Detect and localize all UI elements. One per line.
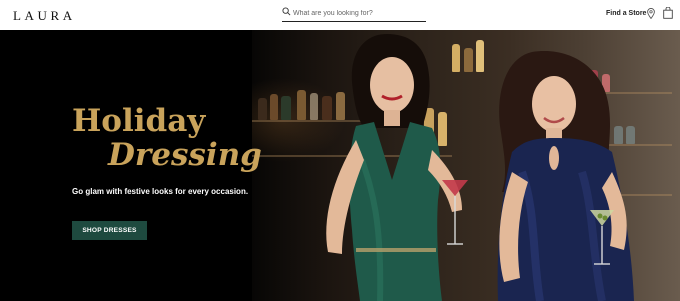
shop-dresses-button[interactable]: SHOP DRESSES	[72, 221, 147, 240]
bottle	[270, 94, 278, 120]
model-blue-dress	[497, 51, 634, 301]
search-input[interactable]	[293, 6, 423, 20]
shopping-bag-icon[interactable]	[663, 7, 673, 19]
brand-logo[interactable]: LAURA	[13, 8, 76, 24]
hero-banner: Holiday Dressing Go glam with festive lo…	[0, 30, 680, 301]
site-header: LAURA Find a Store	[0, 0, 680, 31]
bottle	[258, 98, 267, 120]
page: LAURA Find a Store	[0, 0, 680, 301]
find-store-link[interactable]: Find a Store	[606, 10, 646, 17]
location-pin-icon[interactable]	[647, 8, 655, 19]
hero-tagline: Go glam with festive looks for every occ…	[72, 187, 249, 196]
bottle	[281, 96, 291, 120]
hero-photo	[252, 30, 680, 301]
hero-headline-line2: Dressing	[108, 137, 262, 173]
search-icon[interactable]	[282, 7, 291, 16]
search-bar[interactable]	[282, 6, 426, 22]
hero-headline-line1: Holiday	[72, 103, 206, 139]
